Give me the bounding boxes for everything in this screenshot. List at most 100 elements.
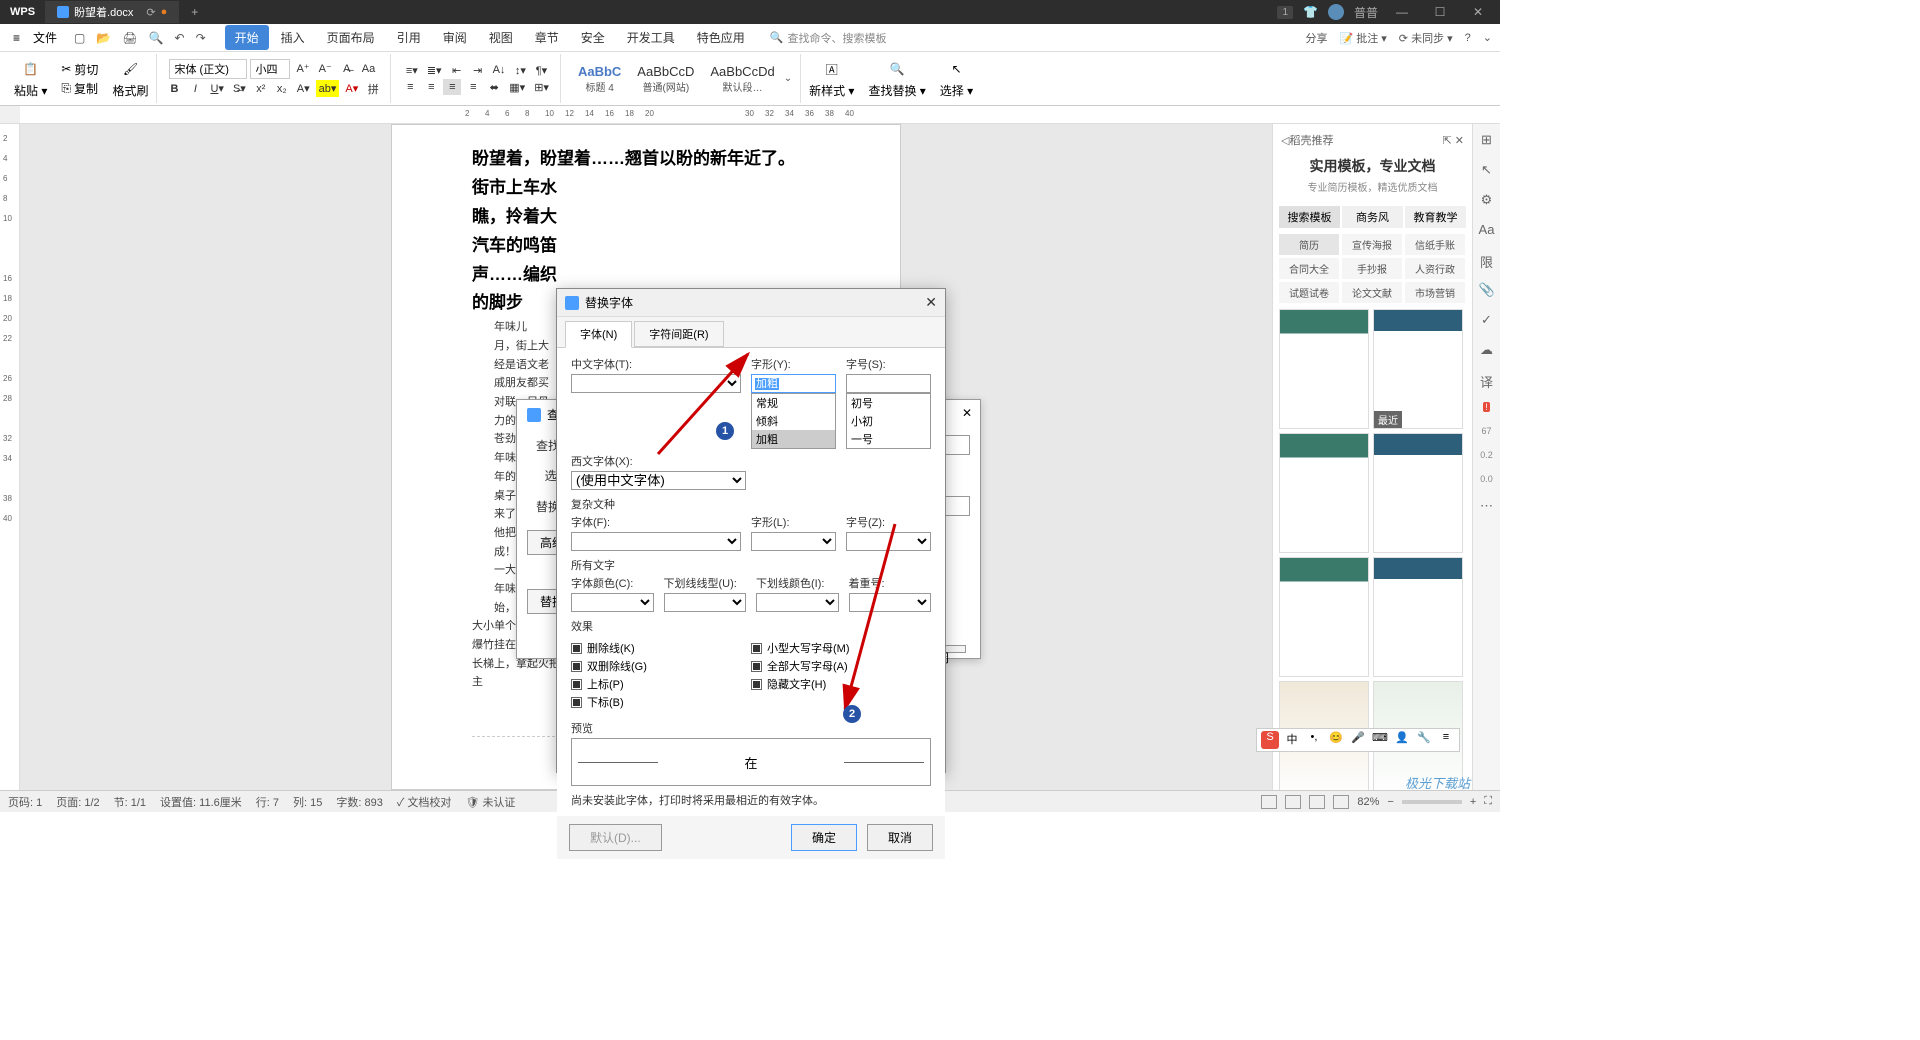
highlight-icon[interactable]: ab▾ xyxy=(316,80,340,97)
more-icon[interactable]: ⋯ xyxy=(1479,498,1495,514)
line-spacing-icon[interactable]: ↕▾ xyxy=(511,62,529,79)
show-marks-icon[interactable]: ¶▾ xyxy=(532,62,550,79)
minimize-button[interactable]: — xyxy=(1388,5,1416,19)
sb-proof[interactable]: ✓ 文档校对 xyxy=(397,794,452,810)
sort-icon[interactable]: A↓ xyxy=(490,62,509,78)
user-avatar[interactable] xyxy=(1328,4,1344,20)
shrink-font-icon[interactable]: A⁻ xyxy=(316,60,335,77)
preview-icon[interactable]: 🔍 xyxy=(145,29,168,47)
fit-icon[interactable]: ⛶ xyxy=(1484,795,1492,808)
sb-pageof[interactable]: 页面: 1/2 xyxy=(56,794,99,810)
complex-style-select[interactable] xyxy=(751,532,836,551)
proof-icon[interactable]: ✓ xyxy=(1479,312,1495,328)
collapse-ribbon-icon[interactable]: ⌄ xyxy=(1483,31,1492,44)
view-outline-icon[interactable] xyxy=(1285,795,1301,809)
allcaps-check[interactable]: 全部大写字母(A) xyxy=(751,658,931,674)
paste-button[interactable]: 📋 粘贴 ▾ xyxy=(8,56,53,101)
ime-tool-icon[interactable]: 🔧 xyxy=(1415,731,1433,749)
format-painter-button[interactable]: 🖌 格式刷 xyxy=(106,56,154,101)
ok-button[interactable]: 确定 xyxy=(791,824,857,851)
clear-format-icon[interactable]: A̶ xyxy=(338,61,356,77)
new-style-button[interactable]: 🄰 新样式 ▾ xyxy=(803,56,860,101)
sb-page[interactable]: 页码: 1 xyxy=(8,794,42,810)
font-size-select[interactable] xyxy=(250,59,290,79)
style-heading4[interactable]: AaBbC标题 4 xyxy=(571,61,628,97)
new-icon[interactable]: ▢ xyxy=(70,29,89,47)
panel-x-icon[interactable]: ✕ xyxy=(962,406,972,420)
zoom-label[interactable]: 82% xyxy=(1357,796,1379,808)
ime-cn-icon[interactable]: 中 xyxy=(1283,731,1301,749)
change-case-icon[interactable]: Aa xyxy=(359,61,378,77)
tab-devtools[interactable]: 开发工具 xyxy=(617,25,685,50)
share-button[interactable]: 分享 xyxy=(1305,30,1327,46)
template-thumb[interactable] xyxy=(1373,557,1463,677)
superscript-check[interactable]: 上标(P) xyxy=(571,676,751,692)
ime-menu-icon[interactable]: ≡ xyxy=(1437,731,1455,749)
translate-icon[interactable]: 译 xyxy=(1479,372,1495,388)
skin-icon[interactable]: 👕 xyxy=(1303,5,1318,19)
emphasis-select[interactable] xyxy=(849,593,932,612)
phonetic-icon[interactable]: 拼 xyxy=(364,79,382,99)
tab-security[interactable]: 安全 xyxy=(571,25,615,50)
indent-right-icon[interactable]: ⇥ xyxy=(469,62,487,79)
zoom-out-icon[interactable]: − xyxy=(1387,796,1393,808)
select-button[interactable]: ↖ 选择 ▾ xyxy=(934,56,979,101)
superscript-icon[interactable]: x² xyxy=(252,81,270,97)
template-thumb[interactable]: 最近 xyxy=(1373,309,1463,429)
undo-icon[interactable]: ↶ xyxy=(171,29,189,47)
zoom-slider[interactable] xyxy=(1402,800,1462,804)
en-font-select[interactable]: (使用中文字体) xyxy=(571,471,746,490)
style-listbox[interactable]: 常规 倾斜 加粗 xyxy=(751,393,836,449)
select-icon[interactable]: ↖ xyxy=(1479,162,1495,178)
alert-badge[interactable]: ! xyxy=(1483,402,1490,412)
document-tab[interactable]: 盼望着.docx ⟳ ● xyxy=(45,1,179,23)
complex-font-select[interactable] xyxy=(571,532,741,551)
view-read-icon[interactable] xyxy=(1333,795,1349,809)
style-icon[interactable]: Aa xyxy=(1479,222,1495,238)
strike-check[interactable]: 删除线(K) xyxy=(571,640,751,656)
underline-style-select[interactable] xyxy=(664,593,747,612)
cloud-icon[interactable]: ☁ xyxy=(1479,342,1495,358)
settings-icon[interactable]: ⚙ xyxy=(1479,192,1495,208)
align-right-icon[interactable]: ≡ xyxy=(443,79,461,95)
tab-layout[interactable]: 页面布局 xyxy=(317,25,385,50)
shading-icon[interactable]: ▦▾ xyxy=(506,79,528,96)
tab-references[interactable]: 引用 xyxy=(387,25,431,50)
borders-icon[interactable]: ⊞▾ xyxy=(531,79,552,96)
template-thumb[interactable] xyxy=(1279,309,1369,429)
align-left-icon[interactable]: ≡ xyxy=(401,79,419,95)
annotate-button[interactable]: 📝 批注 ▾ xyxy=(1339,30,1386,46)
ime-punct-icon[interactable]: •, xyxy=(1305,731,1323,749)
command-search[interactable]: 🔍 查找命令、搜索模板 xyxy=(770,30,887,46)
font-color-select[interactable] xyxy=(571,593,654,612)
align-center-icon[interactable]: ≡ xyxy=(422,79,440,95)
file-menu[interactable]: 文件 xyxy=(25,29,65,46)
view-web-icon[interactable] xyxy=(1309,795,1325,809)
size-input[interactable] xyxy=(846,374,931,393)
indent-left-icon[interactable]: ⇤ xyxy=(448,62,466,79)
maximize-button[interactable]: ☐ xyxy=(1426,5,1454,19)
underline-icon[interactable]: U▾ xyxy=(207,80,226,97)
ime-toolbar[interactable]: S 中 •, 😊 🎤 ⌨ 👤 🔧 ≡ xyxy=(1256,728,1460,752)
copy-icon[interactable]: ⎘ xyxy=(61,81,71,96)
zoom-in-icon[interactable]: + xyxy=(1470,796,1476,808)
template-icon[interactable]: ⊞ xyxy=(1479,132,1495,148)
tab-review[interactable]: 审阅 xyxy=(433,25,477,50)
notification-badge[interactable]: 1 xyxy=(1277,6,1293,19)
size-listbox[interactable]: 初号 小初 一号 xyxy=(846,393,931,449)
cancel-button[interactable]: 取消 xyxy=(867,824,933,851)
template-thumb[interactable] xyxy=(1279,557,1369,677)
cut-icon[interactable]: ✂ xyxy=(61,62,71,76)
tab-start[interactable]: 开始 xyxy=(225,25,269,50)
bold-icon[interactable]: B xyxy=(165,81,183,97)
sb-auth[interactable]: 🛡 未认证 xyxy=(465,794,515,810)
rp-tab-education[interactable]: 教育教学 xyxy=(1405,206,1466,228)
cat-resume[interactable]: 简历 xyxy=(1279,234,1339,255)
styles-more-icon[interactable]: ⌄ xyxy=(784,73,792,84)
double-strike-check[interactable]: 双删除线(G) xyxy=(571,658,751,674)
template-thumb[interactable] xyxy=(1373,433,1463,553)
underline-color-select[interactable] xyxy=(756,593,839,612)
find-replace-button[interactable]: 🔍 查找替换 ▾ xyxy=(862,56,931,101)
complex-size-select[interactable] xyxy=(846,532,931,551)
rp-tab-business[interactable]: 商务风 xyxy=(1342,206,1403,228)
